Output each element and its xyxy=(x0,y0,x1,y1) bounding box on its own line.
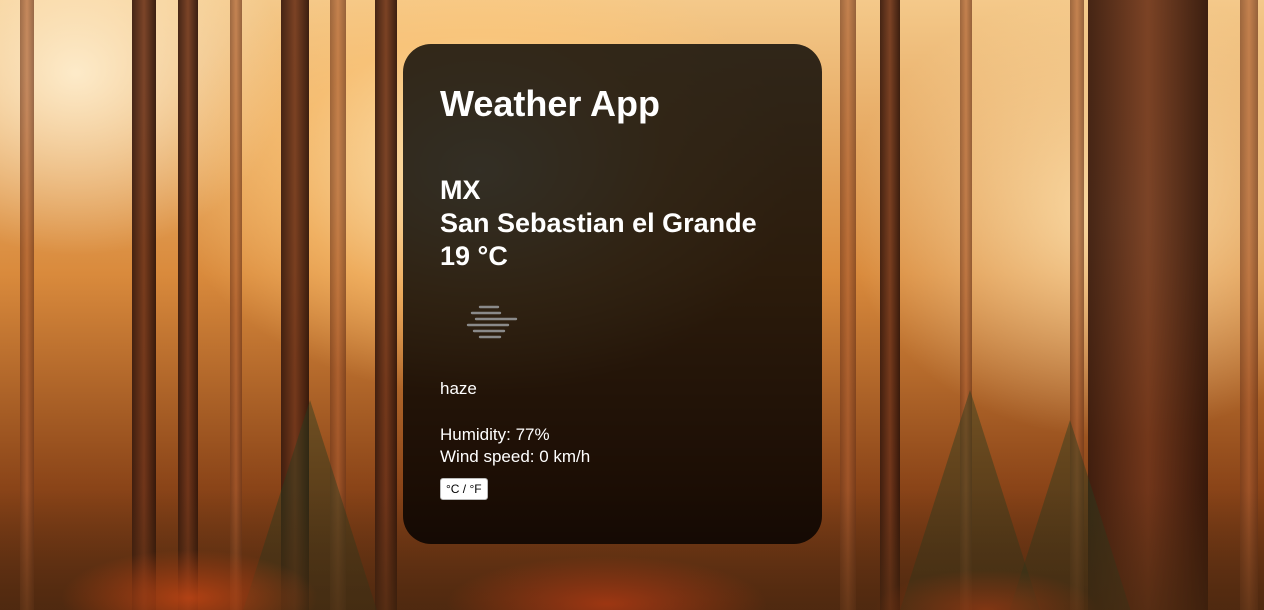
weather-card: Weather App MX San Sebastian el Grande 1… xyxy=(403,44,822,544)
temperature: 19 °C xyxy=(440,241,508,271)
wind-speed-text: Wind speed: 0 km/h xyxy=(440,447,591,466)
app-title: Weather App xyxy=(440,83,661,124)
country-code: MX xyxy=(440,175,481,205)
unit-toggle-button[interactable]: °C / °F xyxy=(440,478,488,500)
city-name: San Sebastian el Grande xyxy=(440,208,757,238)
haze-icon xyxy=(464,303,518,343)
location-block: MX San Sebastian el Grande 19 °C xyxy=(440,174,785,273)
weather-description: haze xyxy=(440,379,477,398)
weather-details: Humidity: 77% Wind speed: 0 km/h xyxy=(440,424,785,468)
humidity-text: Humidity: 77% xyxy=(440,425,550,444)
